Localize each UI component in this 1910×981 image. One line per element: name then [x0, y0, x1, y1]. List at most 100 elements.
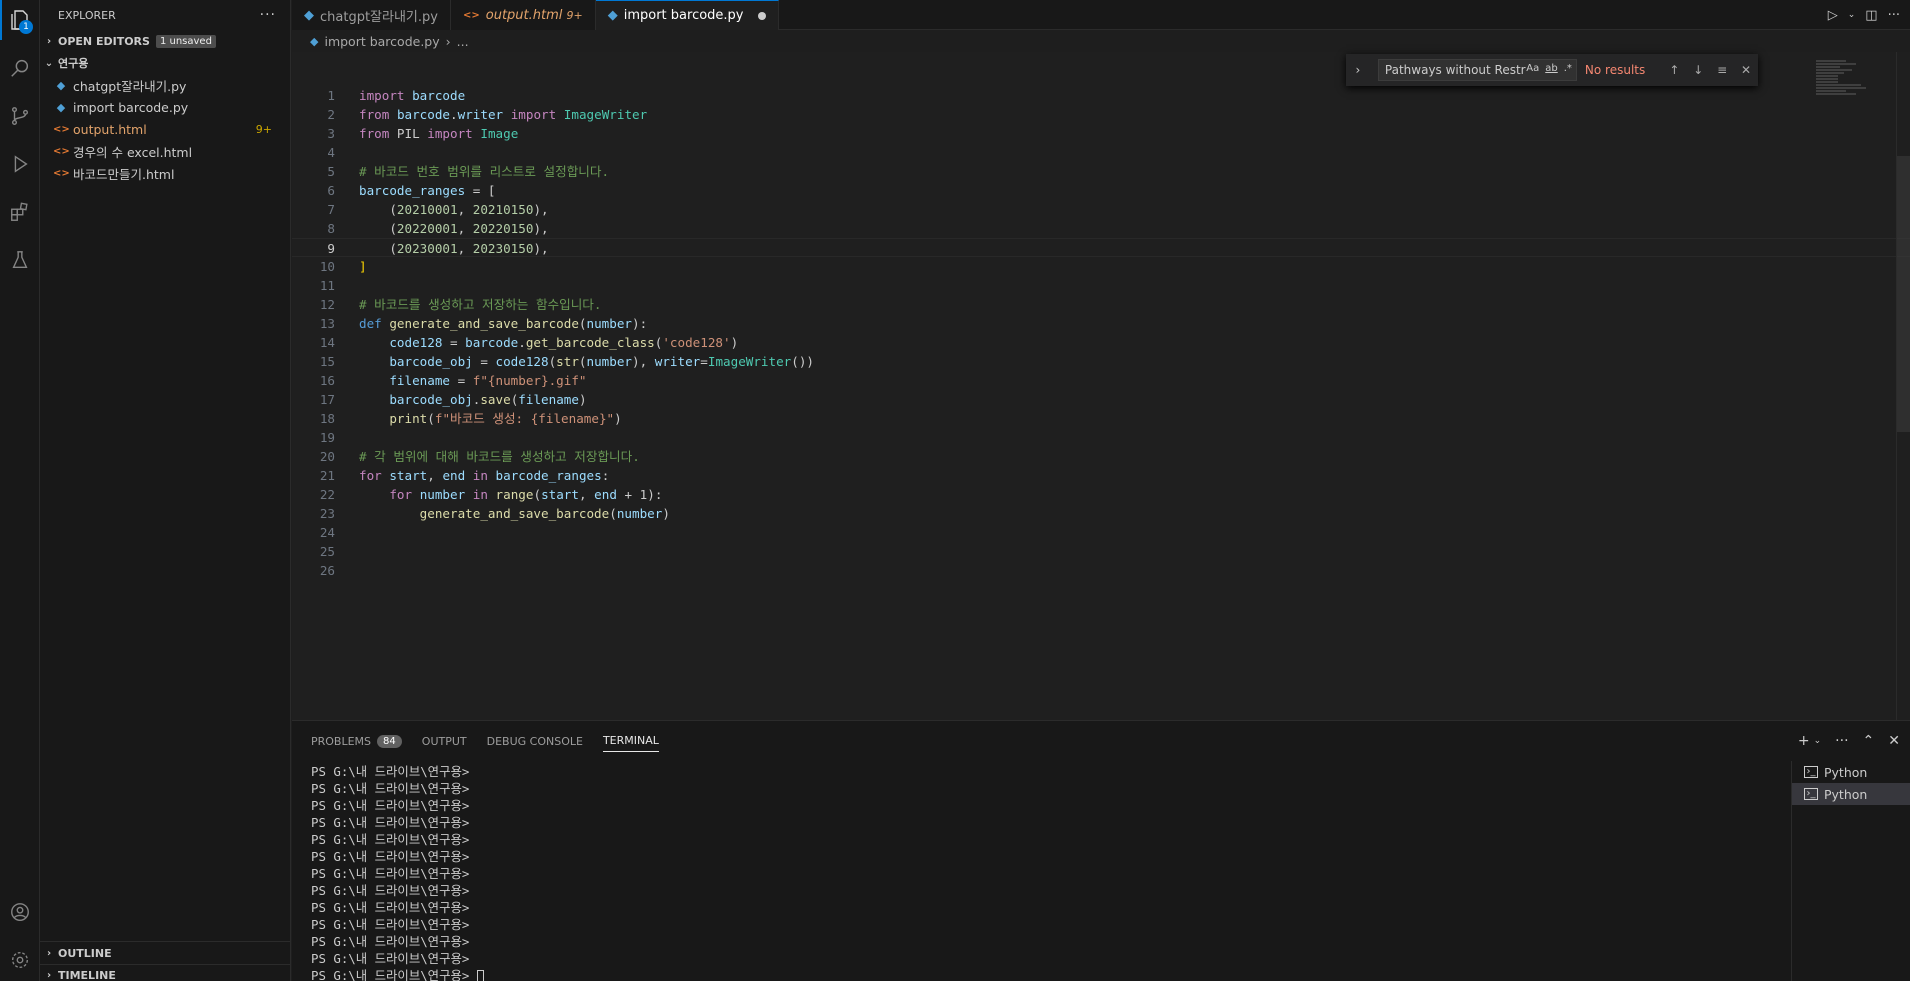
- code-line[interactable]: 4: [292, 143, 1910, 162]
- close-find-icon[interactable]: ✕: [1734, 63, 1758, 77]
- tab-output[interactable]: OUTPUT: [422, 721, 467, 761]
- open-editors-section[interactable]: › OPEN EDITORS 1 unsaved: [40, 30, 290, 52]
- code-line[interactable]: 13 def generate_and_save_barcode(number):: [292, 314, 1910, 333]
- file-item[interactable]: ◆ import barcode.py: [40, 96, 290, 118]
- chevron-right-icon: ›: [46, 35, 52, 47]
- line-text: for start, end in barcode_ranges:: [359, 468, 610, 483]
- line-number: 24: [319, 525, 335, 540]
- file-item[interactable]: <> 바코드만들기.html: [40, 162, 290, 184]
- account-icon[interactable]: [0, 892, 40, 932]
- line-text: barcode_obj = code128(str(number), write…: [389, 354, 815, 369]
- editor-scrollbar[interactable]: [1896, 52, 1910, 720]
- new-terminal-icon[interactable]: +: [1798, 733, 1810, 749]
- code-editor[interactable]: 1 import barcode 2 from barcode.writer impo…: [292, 52, 1910, 720]
- explorer-header: EXPLORER ···: [40, 0, 290, 30]
- terminal-output[interactable]: PS G:\내 드라이브\연구용> PS G:\내 드라이브\연구용> PS G:\…: [311, 763, 484, 981]
- code-line[interactable]: 18 print(f"바코드 생성: {filename}"): [292, 409, 1910, 428]
- file-item[interactable]: ◆ chatgpt잘라내기.py: [40, 74, 290, 96]
- code-line[interactable]: 25: [292, 542, 1910, 561]
- folder-label: 연구용: [58, 57, 89, 70]
- code-line[interactable]: 1 import barcode: [292, 86, 1910, 105]
- code-line[interactable]: 15 barcode_obj = code128(str(number), wr…: [292, 352, 1910, 371]
- code-line[interactable]: 24: [292, 523, 1910, 542]
- line-number: 25: [319, 544, 335, 559]
- regex-icon[interactable]: .*: [1564, 63, 1572, 74]
- file-item[interactable]: <> output.html 9+: [40, 118, 290, 140]
- code-line[interactable]: 10]: [292, 257, 1910, 276]
- more-actions-icon[interactable]: ···: [1888, 8, 1900, 23]
- settings-gear-icon[interactable]: [0, 940, 40, 980]
- code-line[interactable]: 12 # 바코드를 생성하고 저장하는 함수입니다.: [292, 295, 1910, 314]
- previous-match-icon[interactable]: ↑: [1663, 63, 1687, 77]
- testing-icon[interactable]: [0, 240, 40, 280]
- timeline-label: TIMELINE: [58, 969, 116, 981]
- code-line[interactable]: 7 (20210001, 20210150),: [292, 200, 1910, 219]
- code-line[interactable]: 8 (20220001, 20220150),: [292, 219, 1910, 238]
- code-line[interactable]: 9 (20230001, 20230150),: [292, 238, 1910, 257]
- timeline-section[interactable]: › TIMELINE: [40, 964, 291, 981]
- line-number: 3: [327, 126, 335, 141]
- breadcrumb-file[interactable]: import barcode.py: [324, 34, 439, 49]
- source-control-icon[interactable]: [0, 96, 40, 136]
- terminal-item[interactable]: ›_ Python: [1792, 783, 1910, 805]
- maximize-panel-icon[interactable]: ⌃: [1863, 733, 1875, 749]
- code-line[interactable]: 21 for start, end in barcode_ranges:: [292, 466, 1910, 485]
- tab-import-barcode[interactable]: ◆ import barcode.py: [595, 0, 779, 30]
- close-panel-icon[interactable]: ✕: [1888, 733, 1900, 749]
- code-line[interactable]: 3 from PIL import Image: [292, 124, 1910, 143]
- run-debug-icon[interactable]: [0, 144, 40, 184]
- search-icon[interactable]: [0, 48, 40, 88]
- explorer-icon[interactable]: 1: [0, 0, 40, 40]
- find-in-selection-icon[interactable]: ≡: [1710, 63, 1734, 77]
- more-actions-icon[interactable]: ···: [1835, 733, 1848, 749]
- breadcrumb-rest[interactable]: ...: [457, 34, 469, 49]
- chevron-down-icon[interactable]: ⌄: [1814, 736, 1822, 746]
- match-case-icon[interactable]: Aa: [1526, 63, 1539, 74]
- terminal-line: PS G:\내 드라이브\연구용>: [311, 882, 484, 899]
- minimap[interactable]: [1816, 60, 1886, 100]
- code-line[interactable]: 16 filename = f"{number}.gif": [292, 371, 1910, 390]
- code-line[interactable]: 5 # 바코드 번호 범위를 리스트로 설정합니다.: [292, 162, 1910, 181]
- line-text: for number in range(start, end + 1):: [389, 487, 663, 502]
- code-line[interactable]: 19: [292, 428, 1910, 447]
- code-line[interactable]: 11: [292, 276, 1910, 295]
- line-text: import barcode: [359, 88, 466, 103]
- folder-section[interactable]: ⌄ 연구용: [40, 52, 290, 74]
- find-input[interactable]: Pathways without Restrict Aa ab .*: [1377, 59, 1577, 81]
- unsaved-dot-icon[interactable]: [757, 11, 766, 20]
- code-line[interactable]: 17 barcode_obj.save(filename): [292, 390, 1910, 409]
- terminal-prompt: PS G:\내 드라이브\연구용>: [311, 917, 470, 932]
- toggle-replace-icon[interactable]: ›: [1350, 63, 1366, 77]
- run-icon[interactable]: ▷: [1828, 8, 1838, 23]
- terminal-prompt: PS G:\내 드라이브\연구용>: [311, 764, 470, 779]
- line-number: 7: [327, 202, 335, 217]
- match-word-icon[interactable]: ab: [1545, 63, 1557, 74]
- next-match-icon[interactable]: ↓: [1686, 63, 1710, 77]
- file-item[interactable]: <> 경우의 수 excel.html: [40, 140, 290, 162]
- html-file-icon: <>: [53, 123, 70, 135]
- split-editor-icon[interactable]: ◫: [1865, 8, 1877, 23]
- bottom-panel: PROBLEMS 84 OUTPUT DEBUG CONSOLE TERMINAL…: [292, 720, 1910, 981]
- code-line[interactable]: 23 generate_and_save_barcode(number): [292, 504, 1910, 523]
- explorer-more-icon[interactable]: ···: [260, 7, 276, 23]
- panel-actions: + ⌄ ··· ⌃ ✕: [1798, 721, 1900, 761]
- code-line[interactable]: 26: [292, 561, 1910, 580]
- tab-output-html[interactable]: <> output.html 9+: [450, 0, 596, 30]
- code-line[interactable]: 20 # 각 범위에 대해 바코드를 생성하고 저장합니다.: [292, 447, 1910, 466]
- outline-section[interactable]: › OUTLINE: [40, 942, 291, 964]
- code-line[interactable]: 6 barcode_ranges = [: [292, 181, 1910, 200]
- scrollbar-thumb[interactable]: [1897, 156, 1910, 432]
- code-line[interactable]: 2 from barcode.writer import ImageWriter: [292, 105, 1910, 124]
- tab-debug-console[interactable]: DEBUG CONSOLE: [487, 721, 583, 761]
- line-number: 22: [319, 487, 335, 502]
- chevron-down-icon[interactable]: ⌄: [1848, 10, 1856, 20]
- tab-problems[interactable]: PROBLEMS 84: [311, 721, 402, 761]
- python-file-icon: ◆: [304, 7, 314, 23]
- code-line[interactable]: 14 code128 = barcode.get_barcode_class('…: [292, 333, 1910, 352]
- extensions-icon[interactable]: [0, 192, 40, 232]
- code-line[interactable]: 22 for number in range(start, end + 1):: [292, 485, 1910, 504]
- terminal-item[interactable]: ›_ Python: [1792, 761, 1910, 783]
- tab-terminal[interactable]: TERMINAL: [602, 730, 659, 752]
- terminal-line: PS G:\내 드라이브\연구용>: [311, 967, 484, 981]
- tab-chatgpt[interactable]: ◆ chatgpt잘라내기.py: [292, 0, 451, 30]
